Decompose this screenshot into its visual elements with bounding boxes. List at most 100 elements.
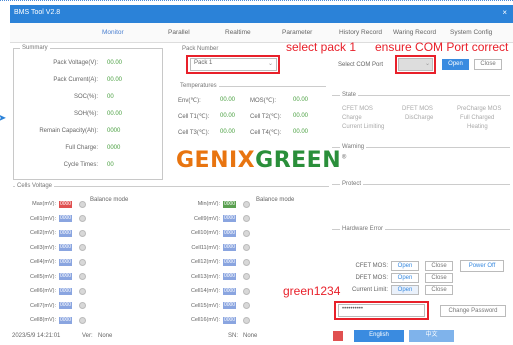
cell-voltage-value: 0000 (59, 229, 72, 237)
power-off-button[interactable]: Power Off (460, 260, 504, 272)
state-current-limiting: Current Limiting (342, 124, 385, 130)
tab-parameter[interactable]: Parameter (282, 29, 312, 36)
cell-voltage-value: 0000 (223, 273, 236, 280)
state-title: State (340, 92, 359, 98)
cell-t3-value: 00.00 (220, 129, 236, 135)
cell-voltage-label: Cell2(mV): (30, 230, 56, 236)
balance-radio[interactable] (79, 229, 86, 237)
status-sn-value: None (243, 333, 258, 339)
state-panel: State CFET MOS DFET MOS PreCharge MOS Ch… (332, 92, 510, 137)
cell-voltage-value: 0000 (223, 302, 236, 309)
tab-history-record[interactable]: History Record (339, 29, 382, 36)
env-label: Env(℃): (178, 98, 201, 104)
annotation-select-pack: select pack 1 (286, 40, 357, 54)
cell-voltage-value: 0000 (59, 302, 72, 309)
cell-voltage-value: 0000 (223, 287, 236, 295)
state-discharge: DisCharge (405, 115, 434, 121)
balance-radio[interactable] (243, 302, 250, 309)
soh-value: 00.00 (107, 111, 123, 117)
cell-voltage-value: 0000 (59, 258, 72, 266)
chinese-button[interactable]: 中文 (409, 330, 454, 342)
cfet-close-button[interactable]: Close (425, 261, 453, 271)
pack-select-highlight (186, 55, 280, 74)
cell-t2-value: 00.00 (293, 113, 309, 119)
balance-radio[interactable] (243, 316, 250, 324)
pack-current-label: Pack Current(A): (53, 77, 98, 83)
balance-radio[interactable] (243, 258, 250, 266)
soc-value: 00 (107, 94, 114, 100)
balance-radio[interactable] (243, 200, 250, 208)
cell-voltage-label: Cell10(mV): (190, 230, 220, 236)
cell-voltage-label: Cell8(mV): (30, 317, 56, 323)
close-icon[interactable]: × (502, 8, 507, 17)
cell-voltage-value: 0000 (59, 273, 72, 280)
pointer-arrow-icon: ➤ (0, 113, 7, 124)
cell-voltage-value: 0000 (223, 200, 236, 208)
cfet-open-button[interactable]: Open (391, 261, 419, 271)
tab-parallel[interactable]: Parallel (168, 29, 190, 36)
cell-voltage-value: 0000 (223, 316, 236, 324)
balance-radio[interactable] (243, 215, 250, 222)
balance-radio[interactable] (79, 302, 86, 309)
cell-voltage-label: Cell14(mV): (190, 288, 220, 294)
soc-label: SOC(%): (74, 94, 98, 100)
balance-radio[interactable] (79, 273, 86, 280)
brand-logo: GENIXGREEN® (176, 148, 348, 173)
state-precharge-mos: PreCharge MOS (457, 106, 502, 112)
selection-border (0, 0, 513, 2)
balance-radio[interactable] (79, 244, 86, 251)
soh-label: SOH(%): (74, 111, 98, 117)
status-ver-value: None (98, 333, 113, 339)
temperatures-panel: Temperatures Env(℃): 00.00 MOS(℃): 00.00… (178, 83, 326, 141)
tab-waring-record[interactable]: Waring Record (393, 29, 436, 36)
balance-radio[interactable] (243, 244, 250, 251)
balance-radio[interactable] (79, 200, 86, 208)
balance-radio[interactable] (79, 258, 86, 266)
status-indicator (333, 331, 343, 341)
balance-radio[interactable] (79, 215, 86, 222)
cell-voltage-label: Cell12(mV): (190, 259, 220, 265)
cells-voltage-title: Cells Voltage (15, 183, 55, 189)
tab-monitor[interactable]: Monitor (102, 29, 124, 36)
password-highlight (334, 301, 429, 320)
full-charge-label: Full Charge: (65, 145, 98, 151)
tab-system-config[interactable]: System Config (450, 29, 492, 36)
cell-voltage-label: Min(mV): (197, 201, 220, 207)
cell-voltage-label: Max(mV): (32, 201, 56, 207)
current-limit-close-button[interactable]: Close (425, 285, 453, 295)
summary-panel: Summary Pack Voltage(V): 00.00 Pack Curr… (13, 45, 163, 180)
status-sn-label: SN: (228, 333, 239, 339)
cell-voltage-label: Cell4(mV): (30, 259, 56, 265)
full-charge-value: 0000 (107, 145, 121, 151)
temperatures-title: Temperatures (178, 83, 219, 89)
cell-voltage-value: 0000 (59, 244, 72, 251)
hardware-error-panel: Hardware Error (332, 226, 510, 259)
balance-radio[interactable] (79, 316, 86, 324)
dfet-open-button[interactable]: Open (391, 273, 419, 283)
balance-radio[interactable] (243, 273, 250, 280)
pack-voltage-value: 00.00 (107, 60, 123, 66)
annotation-ensure-com: ensure COM Port correct (375, 40, 509, 54)
window-title: BMS Tool V2.8 (14, 9, 61, 16)
cell-t4-label: Cell T4(℃): (250, 130, 282, 136)
tab-realtime[interactable]: Realtime (225, 29, 251, 36)
english-button[interactable]: English (354, 330, 404, 342)
cfet-mos-label: CFET MOS: (355, 263, 388, 269)
pack-current-value: 00.00 (107, 77, 123, 83)
cell-voltage-value: 0000 (59, 200, 72, 208)
balance-radio[interactable] (243, 229, 250, 237)
status-datetime: 2023/5/9 14:21:01 (12, 333, 61, 339)
cell-voltage-label: Cell9(mV): (194, 215, 220, 222)
balance-radio[interactable] (243, 287, 250, 295)
logo-part-genix: GENIX (176, 148, 256, 173)
com-open-button[interactable]: Open (442, 59, 469, 70)
cell-voltage-value: 0000 (223, 215, 236, 222)
com-port-label: Select COM Port (338, 62, 384, 68)
current-limit-open-button[interactable]: Open (391, 285, 419, 295)
dfet-close-button[interactable]: Close (425, 273, 453, 283)
balance-radio[interactable] (79, 287, 86, 295)
pack-number-title: Pack Number (180, 46, 221, 52)
com-close-button[interactable]: Close (474, 59, 502, 70)
change-password-button[interactable]: Change Password (440, 305, 506, 317)
cell-t1-label: Cell T1(℃): (178, 114, 210, 120)
